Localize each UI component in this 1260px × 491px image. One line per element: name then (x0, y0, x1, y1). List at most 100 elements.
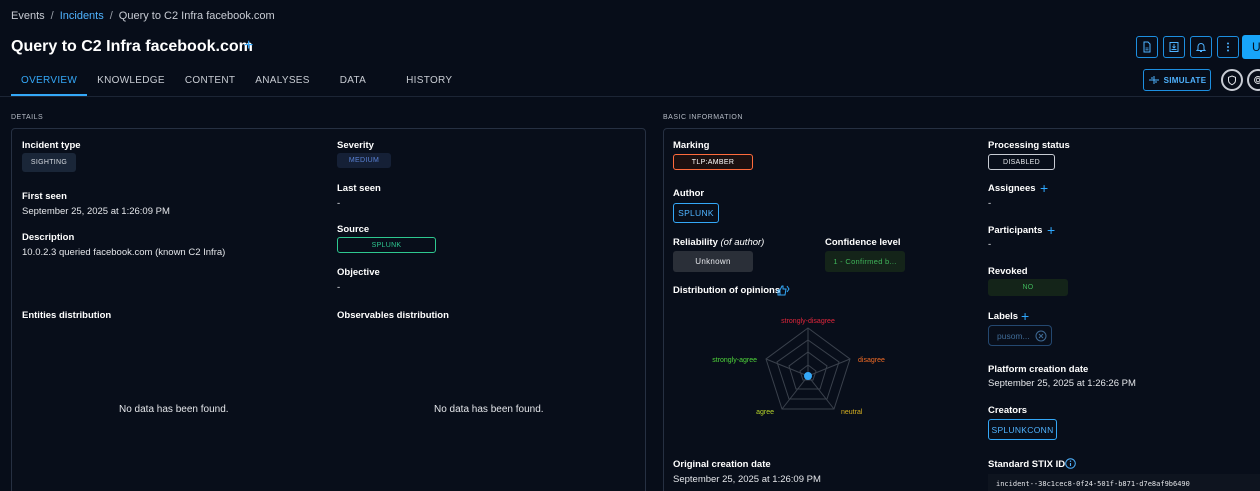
processing-status-chip[interactable]: DISABLED (988, 154, 1055, 170)
breadcrumb-separator: / (50, 10, 54, 22)
thumbs-icon (777, 285, 790, 296)
labels-label: Labels (988, 311, 1019, 322)
revoked-chip: NO (988, 279, 1068, 296)
severity-label: Severity (337, 140, 374, 151)
basic-info-section-title: BASIC INFORMATION (663, 114, 743, 121)
radar-point (804, 372, 812, 380)
radar-label-neutral: neutral (841, 409, 863, 416)
tab-history[interactable]: HISTORY (396, 68, 462, 96)
fingerprint-button[interactable] (1247, 69, 1260, 91)
add-alias-button[interactable]: + (244, 37, 253, 55)
severity-chip: MEDIUM (337, 153, 391, 168)
label-chip-text: pusom... (997, 330, 1030, 341)
radar-axis (781, 375, 809, 410)
reliability-chip: Unknown (673, 251, 753, 272)
tab-data[interactable]: DATA (330, 68, 396, 96)
file-export-icon (1169, 42, 1179, 52)
notify-button[interactable] (1190, 36, 1212, 58)
label-chip[interactable]: pusom... (988, 325, 1052, 346)
author-chip[interactable]: SPLUNK (673, 203, 719, 223)
breadcrumb-current: Query to C2 Infra facebook.com (118, 10, 275, 22)
breadcrumb: Events / Incidents / Query to C2 Infra faceb… (11, 10, 275, 22)
assignees-label: Assignees (988, 183, 1036, 194)
radar-label-agree: agree (756, 409, 774, 416)
reliability-label-sub: (of author) (720, 237, 765, 248)
observables-no-data: No data has been found. (434, 404, 544, 415)
marking-chip: TLP:AMBER (673, 154, 753, 170)
opinions-radar-chart: strongly-disagree disagree neutral agree… (712, 318, 885, 416)
description-label: Description (22, 232, 75, 243)
source-chip[interactable]: SPLUNK (337, 237, 436, 253)
original-creation-label: Original creation date (673, 459, 771, 470)
author-label: Author (673, 188, 705, 199)
creators-label: Creators (988, 405, 1028, 416)
update-button[interactable]: U (1242, 35, 1260, 59)
simulate-icon (1148, 76, 1159, 84)
radar-grid (765, 327, 851, 410)
confidence-chip: 1 - Confirmed b... (825, 251, 905, 272)
radar-axis (807, 358, 851, 377)
simulate-button[interactable]: SIMULATE (1143, 69, 1211, 91)
add-participant-button[interactable]: + (1047, 222, 1055, 238)
radar-label-strongly-disagree: strongly-disagree (781, 318, 835, 325)
original-creation-value: September 25, 2025 at 1:26:09 PM (673, 474, 821, 485)
tab-content[interactable]: CONTENT (175, 68, 245, 96)
platform-creation-value: September 25, 2025 at 1:26:26 PM (988, 378, 1136, 389)
breadcrumb-events[interactable]: Events (11, 10, 45, 22)
export-pdf-button[interactable] (1136, 36, 1158, 58)
radar-axis (765, 358, 809, 377)
remove-label-icon[interactable] (1035, 330, 1047, 342)
marking-label: Marking (673, 140, 710, 151)
simulate-label: SIMULATE (1163, 75, 1207, 85)
description-value: 10.0.2.3 queried facebook.com (known C2 … (22, 247, 226, 258)
last-seen-value: - (337, 198, 341, 209)
stix-id-value: incident--38c1cec8-0f24-501f-b871-d7e8af… (988, 474, 1260, 491)
add-label-button[interactable]: + (1021, 308, 1029, 324)
incident-type-chip: SIGHTING (22, 153, 76, 172)
page-title: Query to C2 Infra facebook.com (11, 38, 253, 55)
reliability-label-text: Reliability (673, 237, 718, 248)
observables-distribution-label: Observables distribution (337, 310, 449, 321)
revoked-label: Revoked (988, 266, 1028, 277)
reliability-label: Reliability (of author) (673, 237, 764, 248)
platform-creation-label: Platform creation date (988, 364, 1089, 375)
stix-id-label: Standard STIX ID (988, 459, 1066, 470)
breadcrumb-incidents[interactable]: Incidents (60, 10, 104, 22)
entities-distribution-label: Entities distribution (22, 310, 112, 321)
participants-label: Participants (988, 225, 1043, 236)
more-options-button[interactable] (1217, 36, 1239, 58)
breadcrumb-separator: / (109, 10, 113, 22)
objective-label: Objective (337, 267, 380, 278)
export-button[interactable] (1163, 36, 1185, 58)
file-pdf-icon (1143, 41, 1151, 53)
shield-icon (1228, 74, 1236, 85)
bell-icon (1195, 43, 1207, 52)
radar-label-strongly-agree: strongly-agree (712, 357, 757, 364)
radar-label-disagree: disagree (858, 357, 885, 364)
add-assignee-button[interactable]: + (1040, 180, 1048, 196)
details-section-title: DETAILS (11, 114, 44, 121)
tab-knowledge[interactable]: KNOWLEDGE (87, 68, 175, 96)
incident-type-label: Incident type (22, 140, 81, 151)
tab-analyses[interactable]: ANALYSES (245, 68, 329, 96)
assignees-value: - (988, 198, 992, 209)
participants-value: - (988, 239, 992, 250)
source-label: Source (337, 224, 370, 235)
first-seen-value: September 25, 2025 at 1:26:09 PM (22, 206, 170, 217)
radar-axis (807, 375, 835, 410)
security-button[interactable] (1221, 69, 1243, 91)
last-seen-label: Last seen (337, 183, 381, 194)
info-icon[interactable] (1065, 458, 1076, 472)
objective-value: - (337, 282, 341, 293)
creator-chip[interactable]: SPLUNKCONN (988, 419, 1057, 440)
tab-bar: OVERVIEW KNOWLEDGE CONTENT ANALYSES DATA… (11, 68, 462, 96)
tab-overview[interactable]: OVERVIEW (11, 68, 88, 96)
entities-no-data: No data has been found. (119, 404, 229, 415)
first-seen-label: First seen (22, 191, 67, 202)
processing-status-label: Processing status (988, 140, 1070, 151)
tabs-divider (0, 96, 1260, 97)
confidence-label: Confidence level (825, 237, 901, 248)
more-vertical-icon (1227, 42, 1229, 52)
opinions-label: Distribution of opinions (673, 285, 781, 296)
add-opinion-button[interactable] (777, 284, 791, 299)
